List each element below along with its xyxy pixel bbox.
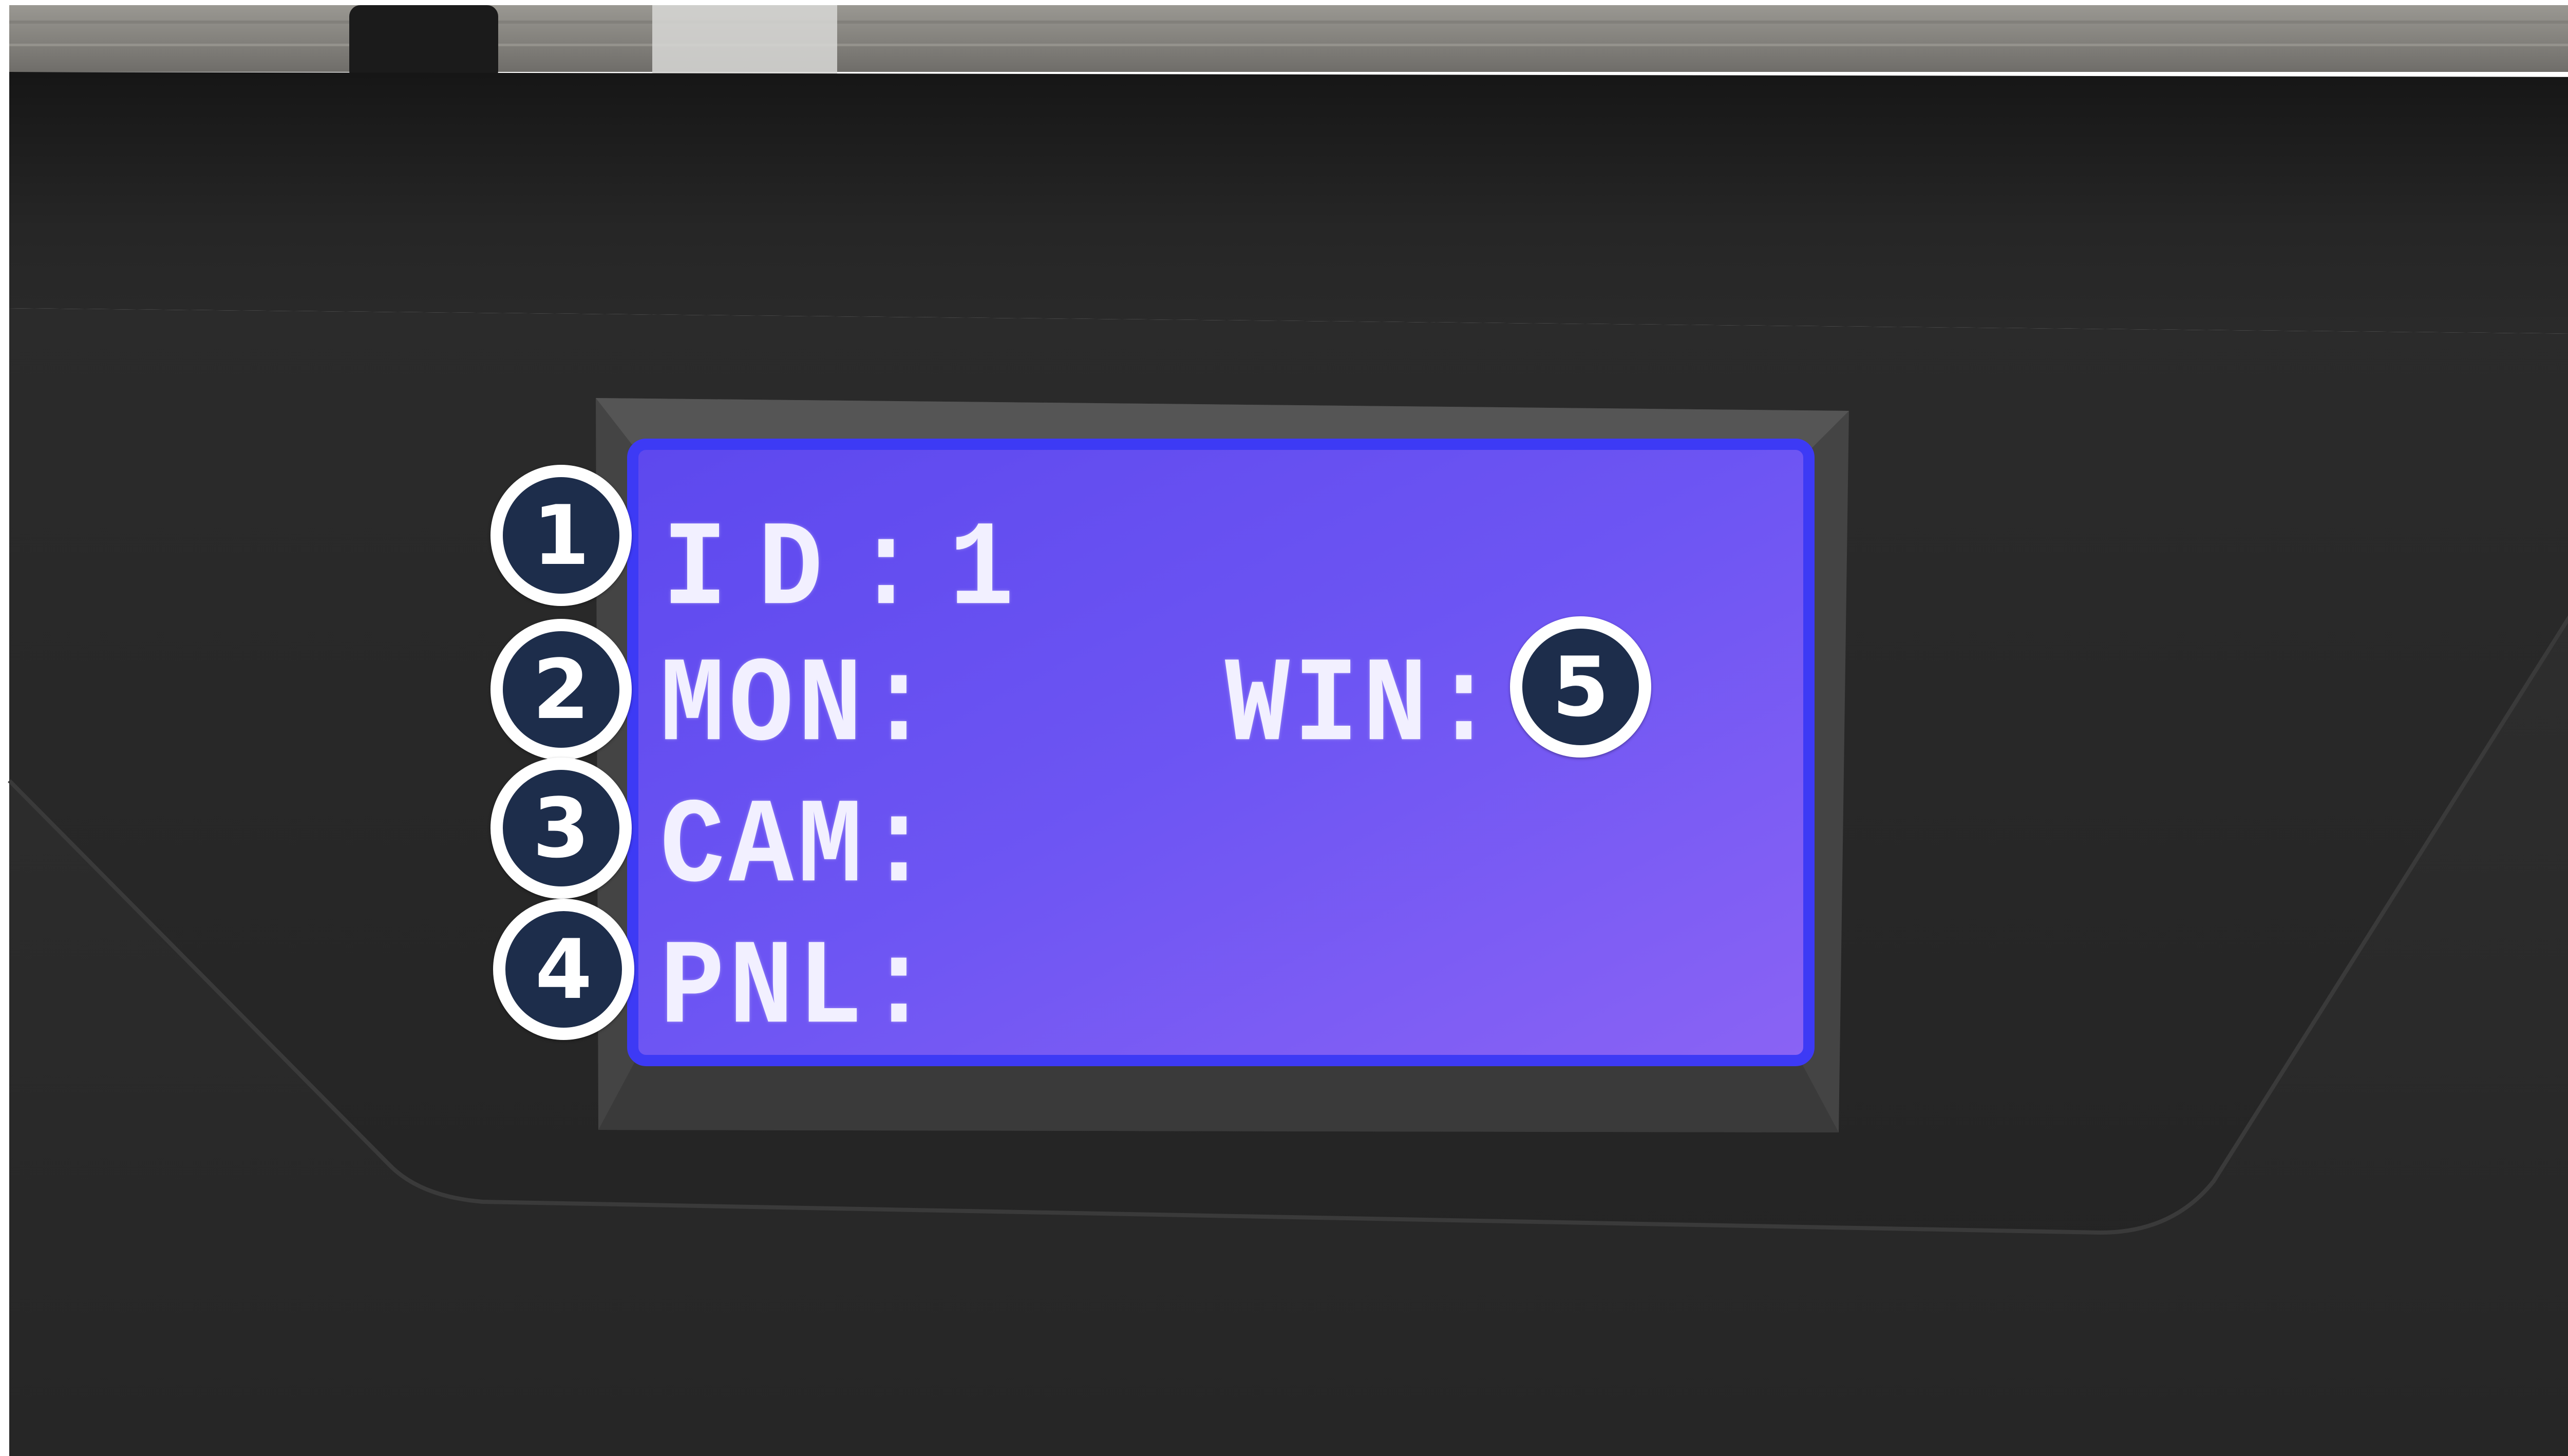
callout-badge-2: 2 — [490, 619, 632, 760]
callout-badge-3: 3 — [490, 758, 632, 899]
device-top — [9, 72, 2568, 334]
clear-block — [652, 5, 837, 80]
lcd-win-label: WIN: — [1225, 639, 1501, 776]
callout-badge-1: 1 — [490, 465, 632, 606]
lcd-mon-label: MON: — [660, 639, 936, 776]
lcd-id-line: ID:1 — [663, 503, 1045, 640]
antenna — [349, 5, 498, 82]
lcd-pnl-label: PNL: — [660, 921, 936, 1058]
callout-badge-4: 4 — [493, 899, 634, 1040]
callout-badge-5: 5 — [1510, 616, 1651, 758]
lcd-cam-label: CAM: — [660, 780, 936, 917]
